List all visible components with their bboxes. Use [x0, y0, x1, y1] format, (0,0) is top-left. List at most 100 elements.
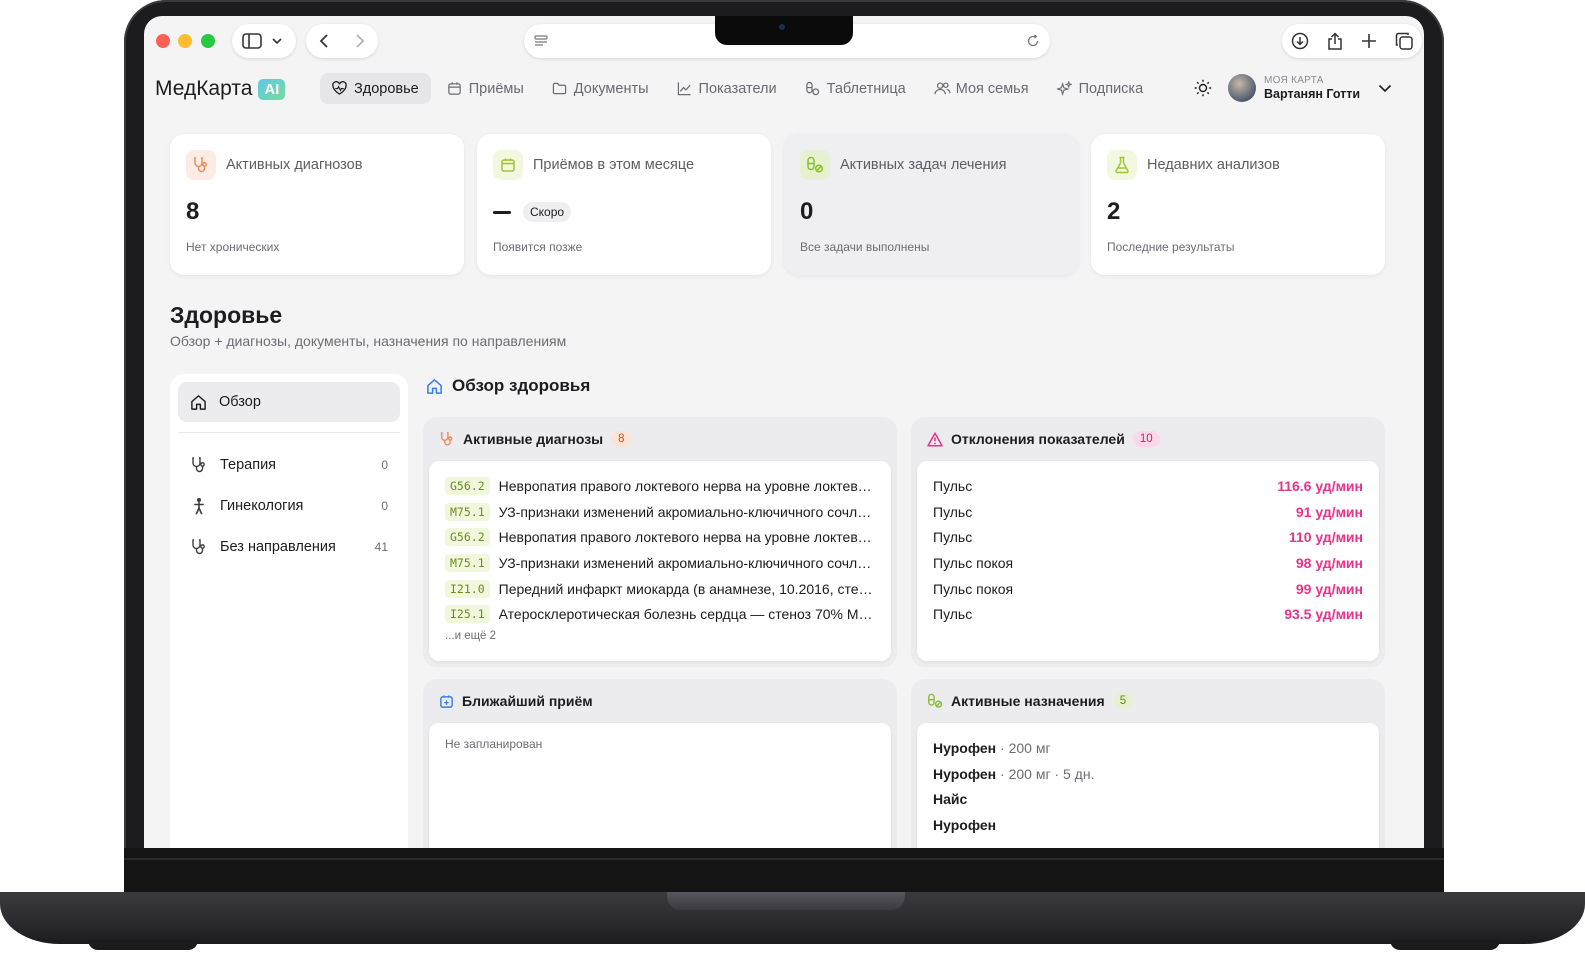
stat-card-treatment-tasks[interactable]: Активных задач лечения 0 Все задачи выпо…	[784, 134, 1078, 275]
laptop-foot-right	[1390, 940, 1500, 950]
menu-item-no-direction[interactable]: Без направления 41	[178, 527, 400, 567]
diagnosis-row[interactable]: M75.1 УЗ-признаки изменений акромиально-…	[445, 499, 875, 525]
main-title: Обзор здоровья	[426, 376, 590, 396]
stat-sub: Появится позже	[493, 240, 583, 254]
camera-icon	[779, 24, 785, 30]
laptop-foot-left	[88, 940, 198, 950]
stat-card-appointments[interactable]: Приёмов в этом месяце Скоро Появится поз…	[477, 134, 771, 275]
deviation-value: 116.6 уд/мин	[1277, 477, 1363, 494]
avatar	[1228, 74, 1256, 102]
tabs-overview-icon[interactable]	[1395, 32, 1413, 50]
nav-label: Здоровье	[354, 80, 419, 97]
nav-item-pillbox[interactable]: Таблетница	[793, 73, 918, 104]
nav-item-subscription[interactable]: Подписка	[1045, 73, 1156, 104]
menu-count: 0	[381, 499, 388, 513]
nav-label: Показатели	[698, 80, 777, 97]
pills-icon	[927, 693, 943, 709]
stat-title: Недавних анализов	[1147, 157, 1280, 173]
stat-title: Активных диагнозов	[226, 157, 363, 173]
menu-item-therapy[interactable]: Терапия 0	[178, 445, 400, 485]
stat-card-diagnoses[interactable]: Активных диагнозов 8 Нет хронических	[170, 134, 464, 275]
diagnosis-text: Передний инфаркт миокарда (в анамнезе, 1…	[498, 580, 875, 597]
diagnosis-row[interactable]: G56.2 Невропатия правого локтевого нерва…	[445, 524, 875, 550]
main-nav: Здоровье Приёмы Документы Показатели Таб…	[320, 73, 1155, 104]
stat-value: Скоро	[493, 198, 755, 226]
panel-active-prescriptions: Активные назначения 5 Нурофен · 200 мг Н…	[911, 679, 1385, 848]
share-icon[interactable]	[1327, 31, 1343, 51]
minimize-window-button[interactable]	[178, 34, 192, 48]
user-caption: МОЯ КАРТА	[1264, 75, 1324, 87]
menu-item-gynecology[interactable]: Гинекология 0	[178, 486, 400, 526]
prescription-row[interactable]: Найс	[933, 786, 1363, 812]
stat-sub: Нет хронических	[186, 240, 280, 254]
count-badge: 10	[1132, 431, 1160, 447]
sidebar-toggle-button[interactable]	[232, 24, 296, 58]
deviation-label: Пульс покоя	[933, 580, 1014, 597]
app-logo[interactable]: МедКарта AI	[155, 77, 286, 101]
heart-pulse-icon	[332, 81, 347, 96]
panel-active-diagnoses: Активные диагнозы 8 G56.2 Невропатия пра…	[423, 417, 897, 667]
panel-header[interactable]: Отклонения показателей 10	[917, 417, 1379, 461]
reload-icon[interactable]	[1026, 34, 1040, 48]
panel-header[interactable]: Активные назначения 5	[917, 679, 1379, 723]
deviation-row[interactable]: Пульс покоя 99 уд/мин	[933, 576, 1363, 602]
stethoscope-icon	[439, 431, 455, 447]
diagnosis-row[interactable]: I25.1 Атеросклеротическая болезнь сердца…	[445, 601, 875, 627]
user-switcher[interactable]: МОЯ КАРТА Вартанян Готти	[1228, 74, 1392, 102]
nav-item-family[interactable]: Моя семья	[922, 73, 1041, 104]
diagnosis-code: G56.2	[445, 476, 490, 495]
panel-metric-deviations: Отклонения показателей 10 Пульс 116.6 уд…	[911, 417, 1385, 667]
prescription-detail: · 200 мг	[996, 739, 1051, 756]
download-icon[interactable]	[1291, 32, 1309, 50]
nav-item-appointments[interactable]: Приёмы	[435, 73, 536, 104]
stat-card-recent-tests[interactable]: Недавних анализов 2 Последние результаты	[1091, 134, 1385, 275]
new-tab-icon[interactable]	[1361, 33, 1377, 49]
deviation-value: 91 уд/мин	[1295, 503, 1363, 520]
theme-toggle-icon[interactable]	[1194, 79, 1212, 97]
forward-button[interactable]	[355, 33, 365, 49]
panel-title: Отклонения показателей	[951, 431, 1125, 447]
deviation-label: Пульс	[933, 503, 973, 520]
deviation-row[interactable]: Пульс покоя 98 уд/мин	[933, 550, 1363, 576]
diagnosis-row[interactable]: M75.1 УЗ-признаки изменений акромиально-…	[445, 550, 875, 576]
nav-item-metrics[interactable]: Показатели	[665, 73, 789, 104]
panel-header[interactable]: Ближайший приём	[429, 679, 891, 723]
menu-label: Без направления	[220, 539, 336, 555]
sidebar-icon	[242, 33, 262, 49]
panel-header[interactable]: Активные диагнозы 8	[429, 417, 891, 461]
panel-body: Пульс 116.6 уд/мин Пульс 91 уд/мин Пульс…	[917, 461, 1379, 661]
panel-body: Нурофен · 200 мг Нурофен · 200 мг · 5 дн…	[917, 723, 1379, 848]
prescription-row[interactable]: Нурофен · 200 мг · 5 дн.	[933, 761, 1363, 787]
users-icon	[934, 81, 951, 96]
nav-item-health[interactable]: Здоровье	[320, 73, 431, 104]
stat-sub: Все задачи выполнены	[800, 240, 930, 254]
menu-count: 41	[374, 540, 388, 554]
empty-state-text: Не запланирован	[445, 737, 543, 751]
deviation-row[interactable]: Пульс 91 уд/мин	[933, 499, 1363, 525]
deviation-row[interactable]: Пульс 93.5 уд/мин	[933, 601, 1363, 627]
more-link[interactable]: ...и ещё 2	[445, 630, 875, 642]
prescription-row[interactable]: Нурофен · 200 мг	[933, 735, 1363, 761]
close-window-button[interactable]	[156, 34, 170, 48]
page-title: Здоровье	[170, 302, 283, 328]
stat-value: 0	[800, 198, 814, 225]
person-icon	[190, 497, 208, 515]
menu-item-overview[interactable]: Обзор	[178, 382, 400, 422]
calendar-plus-icon	[439, 694, 454, 709]
back-button[interactable]	[319, 33, 329, 49]
deviation-row[interactable]: Пульс 110 уд/мин	[933, 524, 1363, 550]
nav-item-documents[interactable]: Документы	[540, 73, 661, 104]
sparkles-icon	[1056, 81, 1072, 96]
deviation-row[interactable]: Пульс 116.6 уд/мин	[933, 473, 1363, 499]
zoom-window-button[interactable]	[201, 34, 215, 48]
nav-label: Приёмы	[468, 80, 524, 97]
diagnosis-code: M75.1	[445, 553, 490, 572]
diagnosis-row[interactable]: G56.2 Невропатия правого локтевого нерва…	[445, 473, 875, 499]
diagnosis-row[interactable]: I21.0 Передний инфаркт миокарда (в анамн…	[445, 576, 875, 602]
empty-dash	[493, 210, 511, 214]
page-settings-icon[interactable]	[534, 34, 548, 48]
prescription-row[interactable]: Нурофен	[933, 812, 1363, 838]
count-badge: 5	[1112, 693, 1134, 709]
prescription-name: Нурофен	[933, 816, 997, 833]
panel-title: Активные диагнозы	[463, 431, 604, 447]
